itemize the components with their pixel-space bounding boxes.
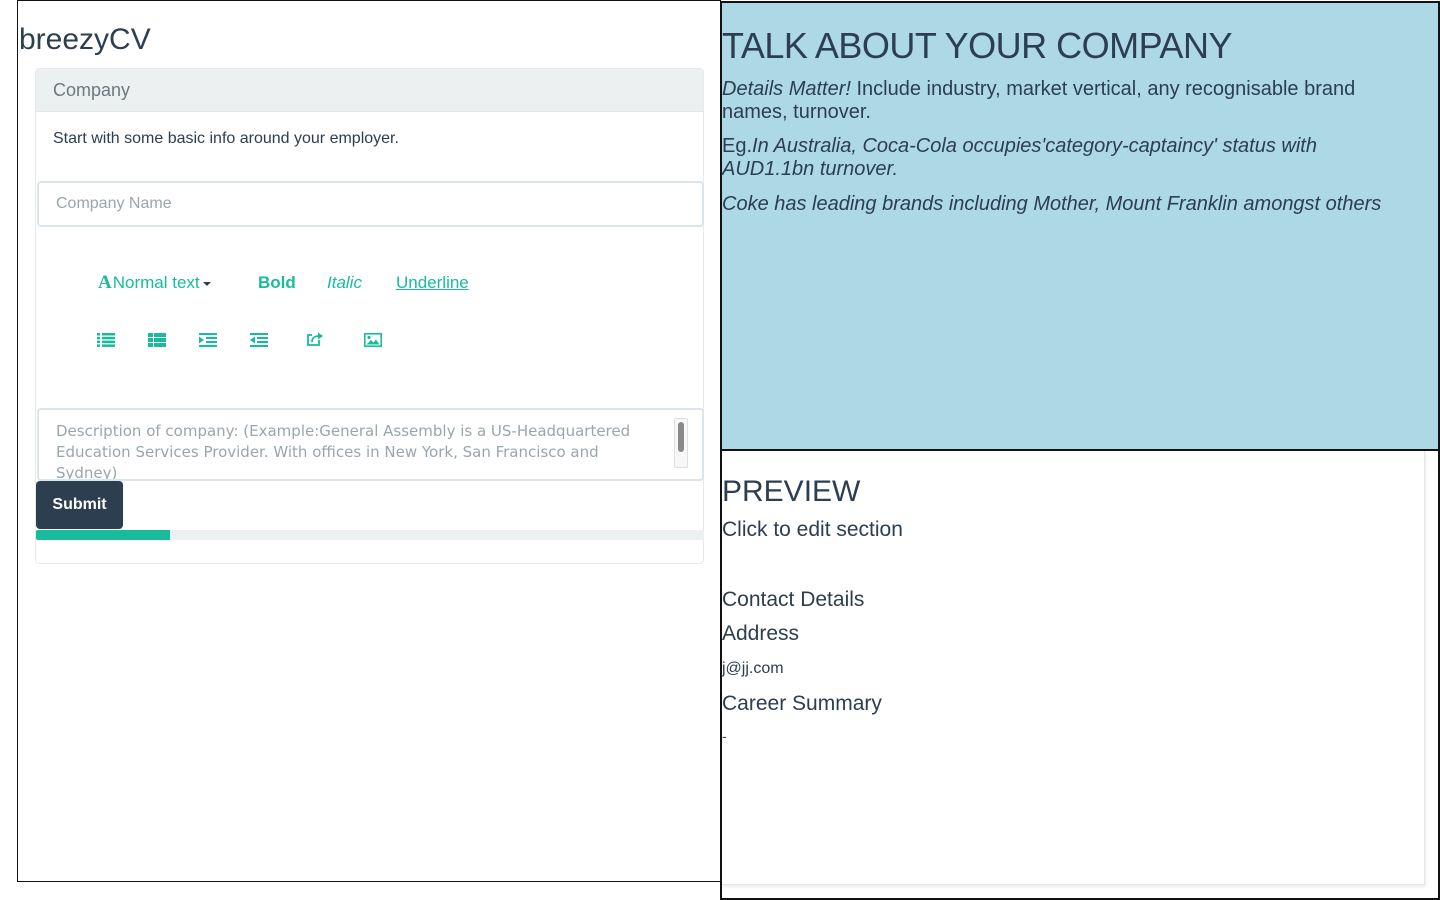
caret-down-icon xyxy=(202,281,211,286)
address-heading[interactable]: Address xyxy=(722,622,799,646)
italic-button[interactable]: Italic xyxy=(327,273,362,293)
example-prefix: Eg. xyxy=(722,135,753,157)
guidance-emphasis: Details Matter! xyxy=(722,78,851,100)
preview-card[interactable]: PREVIEW Click to edit section Contact De… xyxy=(722,451,1425,885)
numbered-list-icon[interactable] xyxy=(148,333,166,347)
career-summary-heading[interactable]: Career Summary xyxy=(722,692,882,716)
progress-bar xyxy=(36,530,704,540)
description-scrollbar[interactable] xyxy=(674,418,688,468)
preview-title: PREVIEW xyxy=(722,475,861,508)
company-name-input[interactable] xyxy=(37,181,704,227)
guidance-example-2: Coke has leading brands including Mother… xyxy=(722,193,1382,215)
editor-pane: breezyCV Company Start with some basic i… xyxy=(17,0,721,882)
example-text: In Australia, Coca-Cola occupies'categor… xyxy=(722,135,1317,180)
text-style-label: Normal text xyxy=(112,273,200,292)
section-title: Company xyxy=(53,80,131,100)
link-icon[interactable] xyxy=(306,331,324,347)
description-editor[interactable]: Description of company: (Example:General… xyxy=(37,408,704,481)
progress-fill xyxy=(36,530,170,540)
text-style-dropdown[interactable]: ANormal text xyxy=(98,272,211,294)
underline-button[interactable]: Underline xyxy=(396,273,469,293)
intro-text: Start with some basic info around your e… xyxy=(53,130,399,147)
email-value[interactable]: j@jj.com xyxy=(722,660,784,678)
guidance-title: TALK ABOUT YOUR COMPANY xyxy=(722,25,1232,66)
font-icon: A xyxy=(98,272,112,293)
guidance-panel: TALK ABOUT YOUR COMPANY Details Matter! … xyxy=(720,1,1440,451)
description-placeholder: Description of company: (Example:General… xyxy=(56,422,631,481)
submit-button[interactable]: Submit xyxy=(36,481,123,529)
image-icon[interactable] xyxy=(364,333,382,347)
scrollbar-thumb[interactable] xyxy=(678,422,684,452)
guidance-example: Eg.In Australia, Coca-Cola occupies'cate… xyxy=(722,135,1412,181)
outdent-icon[interactable] xyxy=(250,333,268,347)
bold-button[interactable]: Bold xyxy=(258,273,296,293)
preview-panel: PREVIEW Click to edit section Contact De… xyxy=(720,449,1440,900)
career-summary-value[interactable]: - xyxy=(722,728,727,744)
preview-hint: Click to edit section xyxy=(722,518,903,541)
brand-logo: breezyCV xyxy=(19,23,151,56)
guidance-paragraph: Details Matter! Include industry, market… xyxy=(722,78,1412,124)
panel-heading: Company xyxy=(36,69,703,112)
contact-details-heading[interactable]: Contact Details xyxy=(722,588,864,612)
company-form-panel: Company Start with some basic info aroun… xyxy=(35,68,704,564)
bulleted-list-icon[interactable] xyxy=(97,333,115,347)
indent-icon[interactable] xyxy=(199,333,217,347)
